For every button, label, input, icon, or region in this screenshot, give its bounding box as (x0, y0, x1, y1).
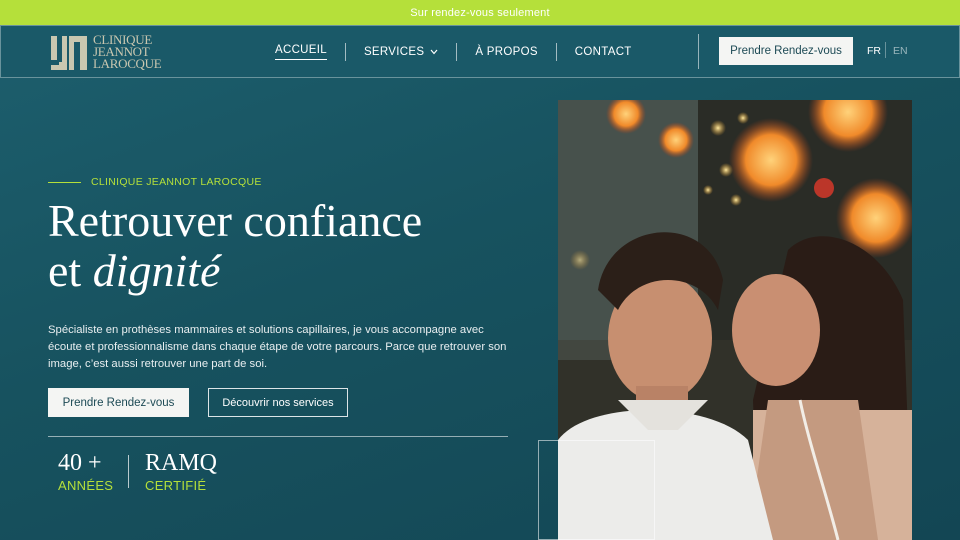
stat-label: ANNÉES (58, 478, 114, 493)
logo-mark-icon (49, 32, 89, 72)
discover-services-button[interactable]: Découvrir nos services (208, 388, 348, 417)
hero-title-line-2: et (48, 245, 93, 296)
hero-description: Spécialiste en prothèses mammaires et so… (48, 324, 507, 370)
stat-separator (128, 455, 129, 488)
hero-title-italic: dignité (92, 245, 221, 296)
nav-item-services[interactable]: SERVICES (346, 46, 456, 58)
eyebrow-line (48, 181, 81, 183)
stats-divider (48, 436, 508, 437)
nav-item-accueil[interactable]: ACCUEIL (257, 44, 345, 60)
chevron-down-icon (430, 47, 438, 57)
nav-item-label: À PROPOS (475, 45, 538, 58)
language-fr[interactable]: FR (867, 45, 881, 57)
nav-item-contact[interactable]: CONTACT (557, 46, 650, 58)
language-divider (885, 42, 886, 58)
nav-item-label: ACCUEIL (275, 44, 327, 60)
announcement-bar: Sur rendez-vous seulement (0, 0, 960, 25)
nav-item-label: CONTACT (574, 45, 632, 58)
announcement-text: Sur rendez-vous seulement (410, 6, 550, 19)
nav-item-a-propos[interactable]: À PROPOS (457, 46, 555, 58)
header-appointment-button[interactable]: Prendre Rendez-vous (719, 37, 853, 65)
language-en[interactable]: EN (893, 45, 908, 57)
stat-label: CERTIFIÉ (145, 478, 207, 493)
stat-ramq: RAMQ CERTIFIÉ (145, 450, 217, 493)
hero-title: Retrouver confiance et dignité (48, 196, 548, 296)
stat-value: 40 + (58, 450, 102, 476)
hero-eyebrow: CLINIQUE JEANNOT LAROCQUE (48, 176, 262, 188)
appointment-button[interactable]: Prendre Rendez-vous (48, 388, 189, 417)
nav-item-label: SERVICES (363, 45, 425, 58)
stat-years: 40 + ANNÉES (58, 450, 113, 493)
eyebrow-text: CLINIQUE JEANNOT LAROCQUE (91, 176, 262, 188)
logo-line-3: LAROCQUE (93, 56, 162, 71)
logo[interactable]: CLINIQUE JEANNOT LAROCQUE (49, 31, 169, 73)
header-divider (698, 34, 699, 69)
hero-title-line-1: Retrouver confiance (48, 195, 423, 246)
decorative-frame (538, 440, 655, 540)
site-header: CLINIQUE JEANNOT LAROCQUE ACCUEIL SERVIC… (0, 25, 960, 78)
logo-wordmark: CLINIQUE JEANNOT LAROCQUE (93, 33, 162, 71)
main-nav: ACCUEIL SERVICES À PROPOS CONTACT (257, 26, 650, 77)
stat-value: RAMQ (145, 450, 218, 476)
